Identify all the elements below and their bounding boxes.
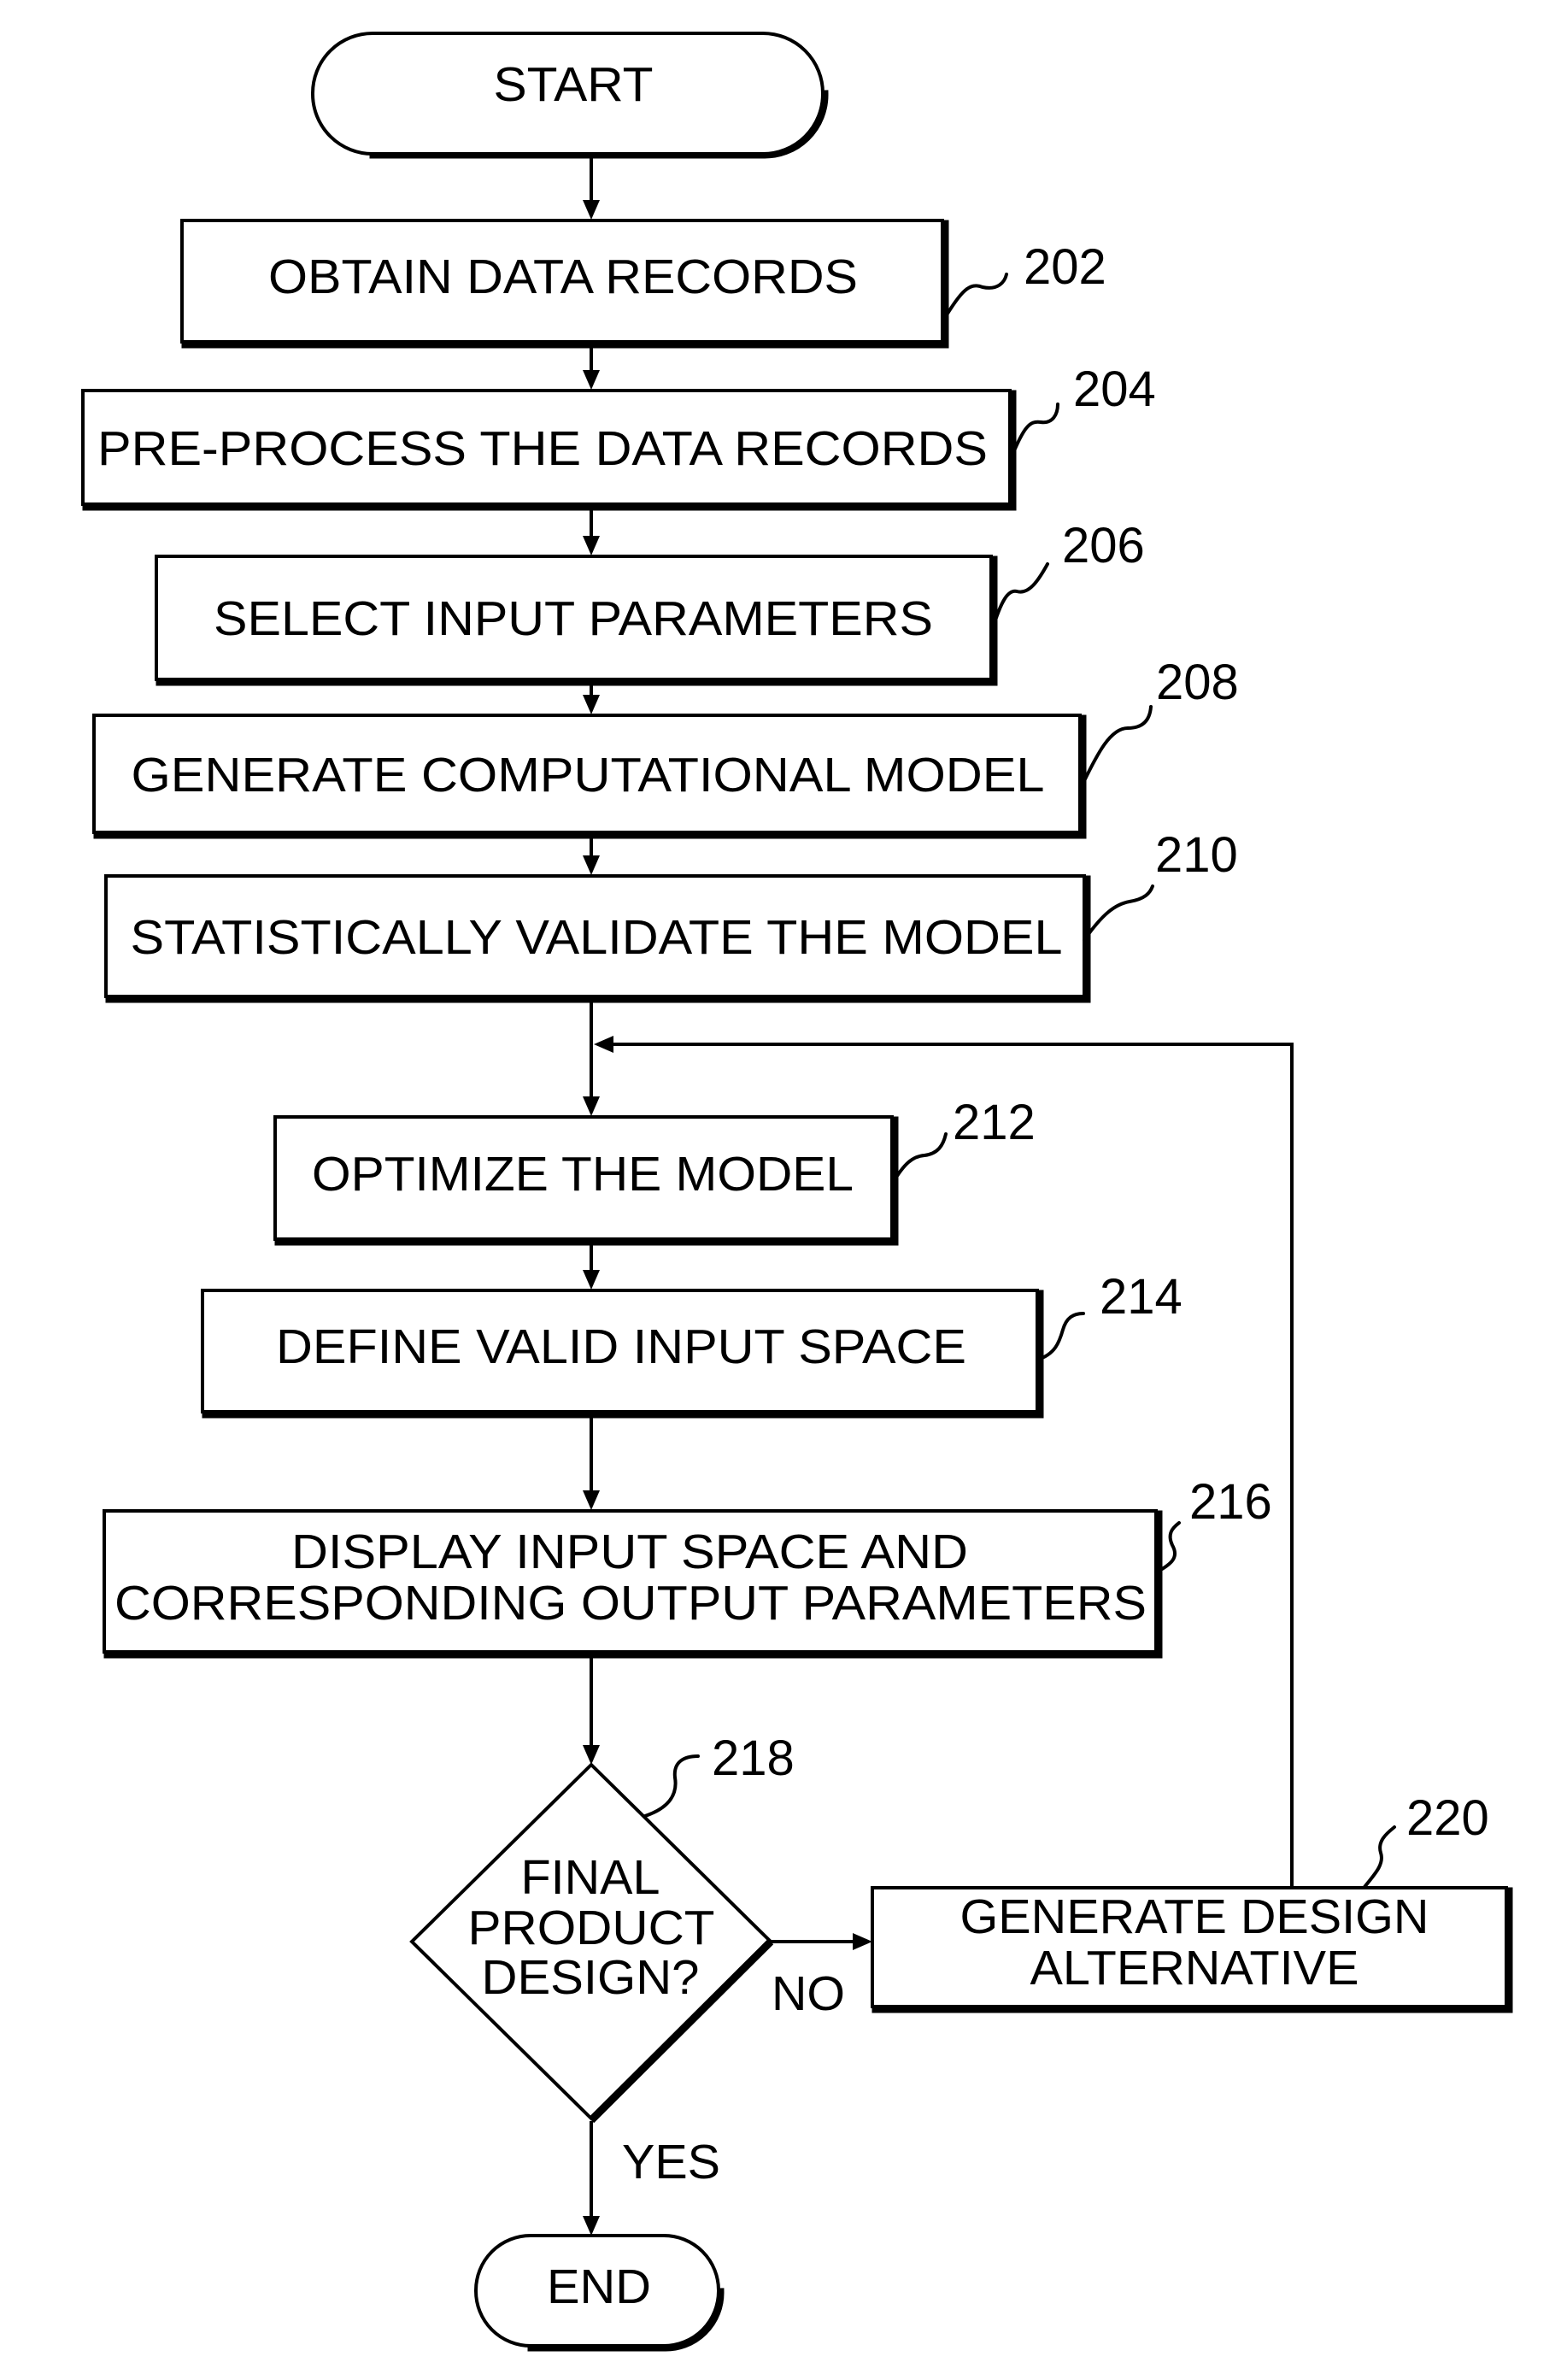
decision-218: FINAL PRODUCT DESIGN?	[409, 1762, 774, 2124]
ref-number-208: 208	[1156, 655, 1239, 710]
ref-number-216: 216	[1189, 1474, 1272, 1530]
step-210: STATISTICALLY VALIDATE THE MODEL	[104, 874, 1091, 1003]
step-212: OPTIMIZE THE MODEL	[273, 1115, 899, 1246]
step-label-line-2: ALTERNATIVE	[1030, 1941, 1359, 1995]
leader-210	[1083, 884, 1154, 942]
arrowhead-icon	[583, 536, 600, 555]
ref-number-220: 220	[1406, 1790, 1489, 1846]
arrowhead-icon	[583, 1270, 600, 1290]
start-terminal: START	[311, 32, 829, 159]
arrowhead-icon	[583, 200, 600, 220]
step-208: GENERATE COMPUTATIONAL MODEL	[92, 714, 1087, 839]
yes-branch-label: YES	[622, 2135, 720, 2189]
arrowhead-icon	[594, 1036, 613, 1053]
leader-212	[891, 1132, 948, 1184]
flowchart: START OBTAIN DATA RECORDS PRE-PROCESS TH…	[81, 32, 1513, 2352]
step-label: SELECT INPUT PARAMETERS	[214, 591, 933, 646]
leader-214	[1036, 1312, 1085, 1361]
step-label: OPTIMIZE THE MODEL	[312, 1147, 854, 1202]
step-label: DEFINE VALID INPUT SPACE	[276, 1319, 966, 1374]
end-label: END	[547, 2260, 651, 2314]
arrowhead-icon	[583, 1096, 600, 1116]
no-branch-label: NO	[772, 1966, 845, 2021]
end-terminal: END	[474, 2234, 725, 2352]
ref-number-202: 202	[1024, 239, 1106, 295]
ref-number-218: 218	[712, 1731, 795, 1786]
arrowhead-icon	[583, 695, 600, 714]
step-label: GENERATE COMPUTATIONAL MODEL	[132, 748, 1045, 802]
step-202: OBTAIN DATA RECORDS	[180, 219, 949, 349]
arrowhead-icon	[853, 1933, 872, 1950]
ref-number-212: 212	[953, 1095, 1036, 1150]
ref-number-206: 206	[1062, 518, 1145, 573]
arrowhead-icon	[583, 1490, 600, 1510]
step-214: DEFINE VALID INPUT SPACE	[201, 1289, 1044, 1419]
step-label: STATISTICALLY VALIDATE THE MODEL	[131, 910, 1063, 965]
ref-number-210: 210	[1155, 827, 1238, 883]
leader-202	[942, 273, 1008, 322]
leader-218	[643, 1754, 700, 1818]
decision-label-line-1: FINAL	[521, 1850, 660, 1905]
decision-label-line-2: PRODUCT	[468, 1901, 715, 1955]
step-220: GENERATE DESIGN ALTERNATIVE	[871, 1886, 1513, 2013]
arrowhead-icon	[583, 370, 600, 390]
arrowhead-icon	[583, 855, 600, 875]
ref-number-214: 214	[1100, 1269, 1182, 1325]
arrowhead-icon	[583, 1745, 600, 1765]
decision-label-line-3: DESIGN?	[482, 1950, 700, 2005]
step-204: PRE-PROCESS THE DATA RECORDS	[81, 389, 1017, 511]
step-label-line-1: DISPLAY INPUT SPACE AND	[291, 1525, 968, 1579]
arrowhead-icon	[583, 2216, 600, 2236]
start-label: START	[494, 57, 654, 112]
step-216: DISPLAY INPUT SPACE AND CORRESPONDING OU…	[103, 1509, 1163, 1659]
leader-206	[990, 562, 1049, 632]
step-label-line-1: GENERATE DESIGN	[960, 1889, 1429, 1944]
step-label: PRE-PROCESS THE DATA RECORDS	[97, 421, 988, 476]
leader-220	[1363, 1825, 1396, 1889]
leader-204	[1009, 403, 1059, 461]
ref-number-204: 204	[1073, 361, 1156, 417]
leader-208	[1079, 705, 1153, 790]
step-label-line-2: CORRESPONDING OUTPUT PARAMETERS	[114, 1576, 1147, 1631]
step-label: OBTAIN DATA RECORDS	[268, 250, 858, 304]
step-206: SELECT INPUT PARAMETERS	[155, 555, 998, 686]
